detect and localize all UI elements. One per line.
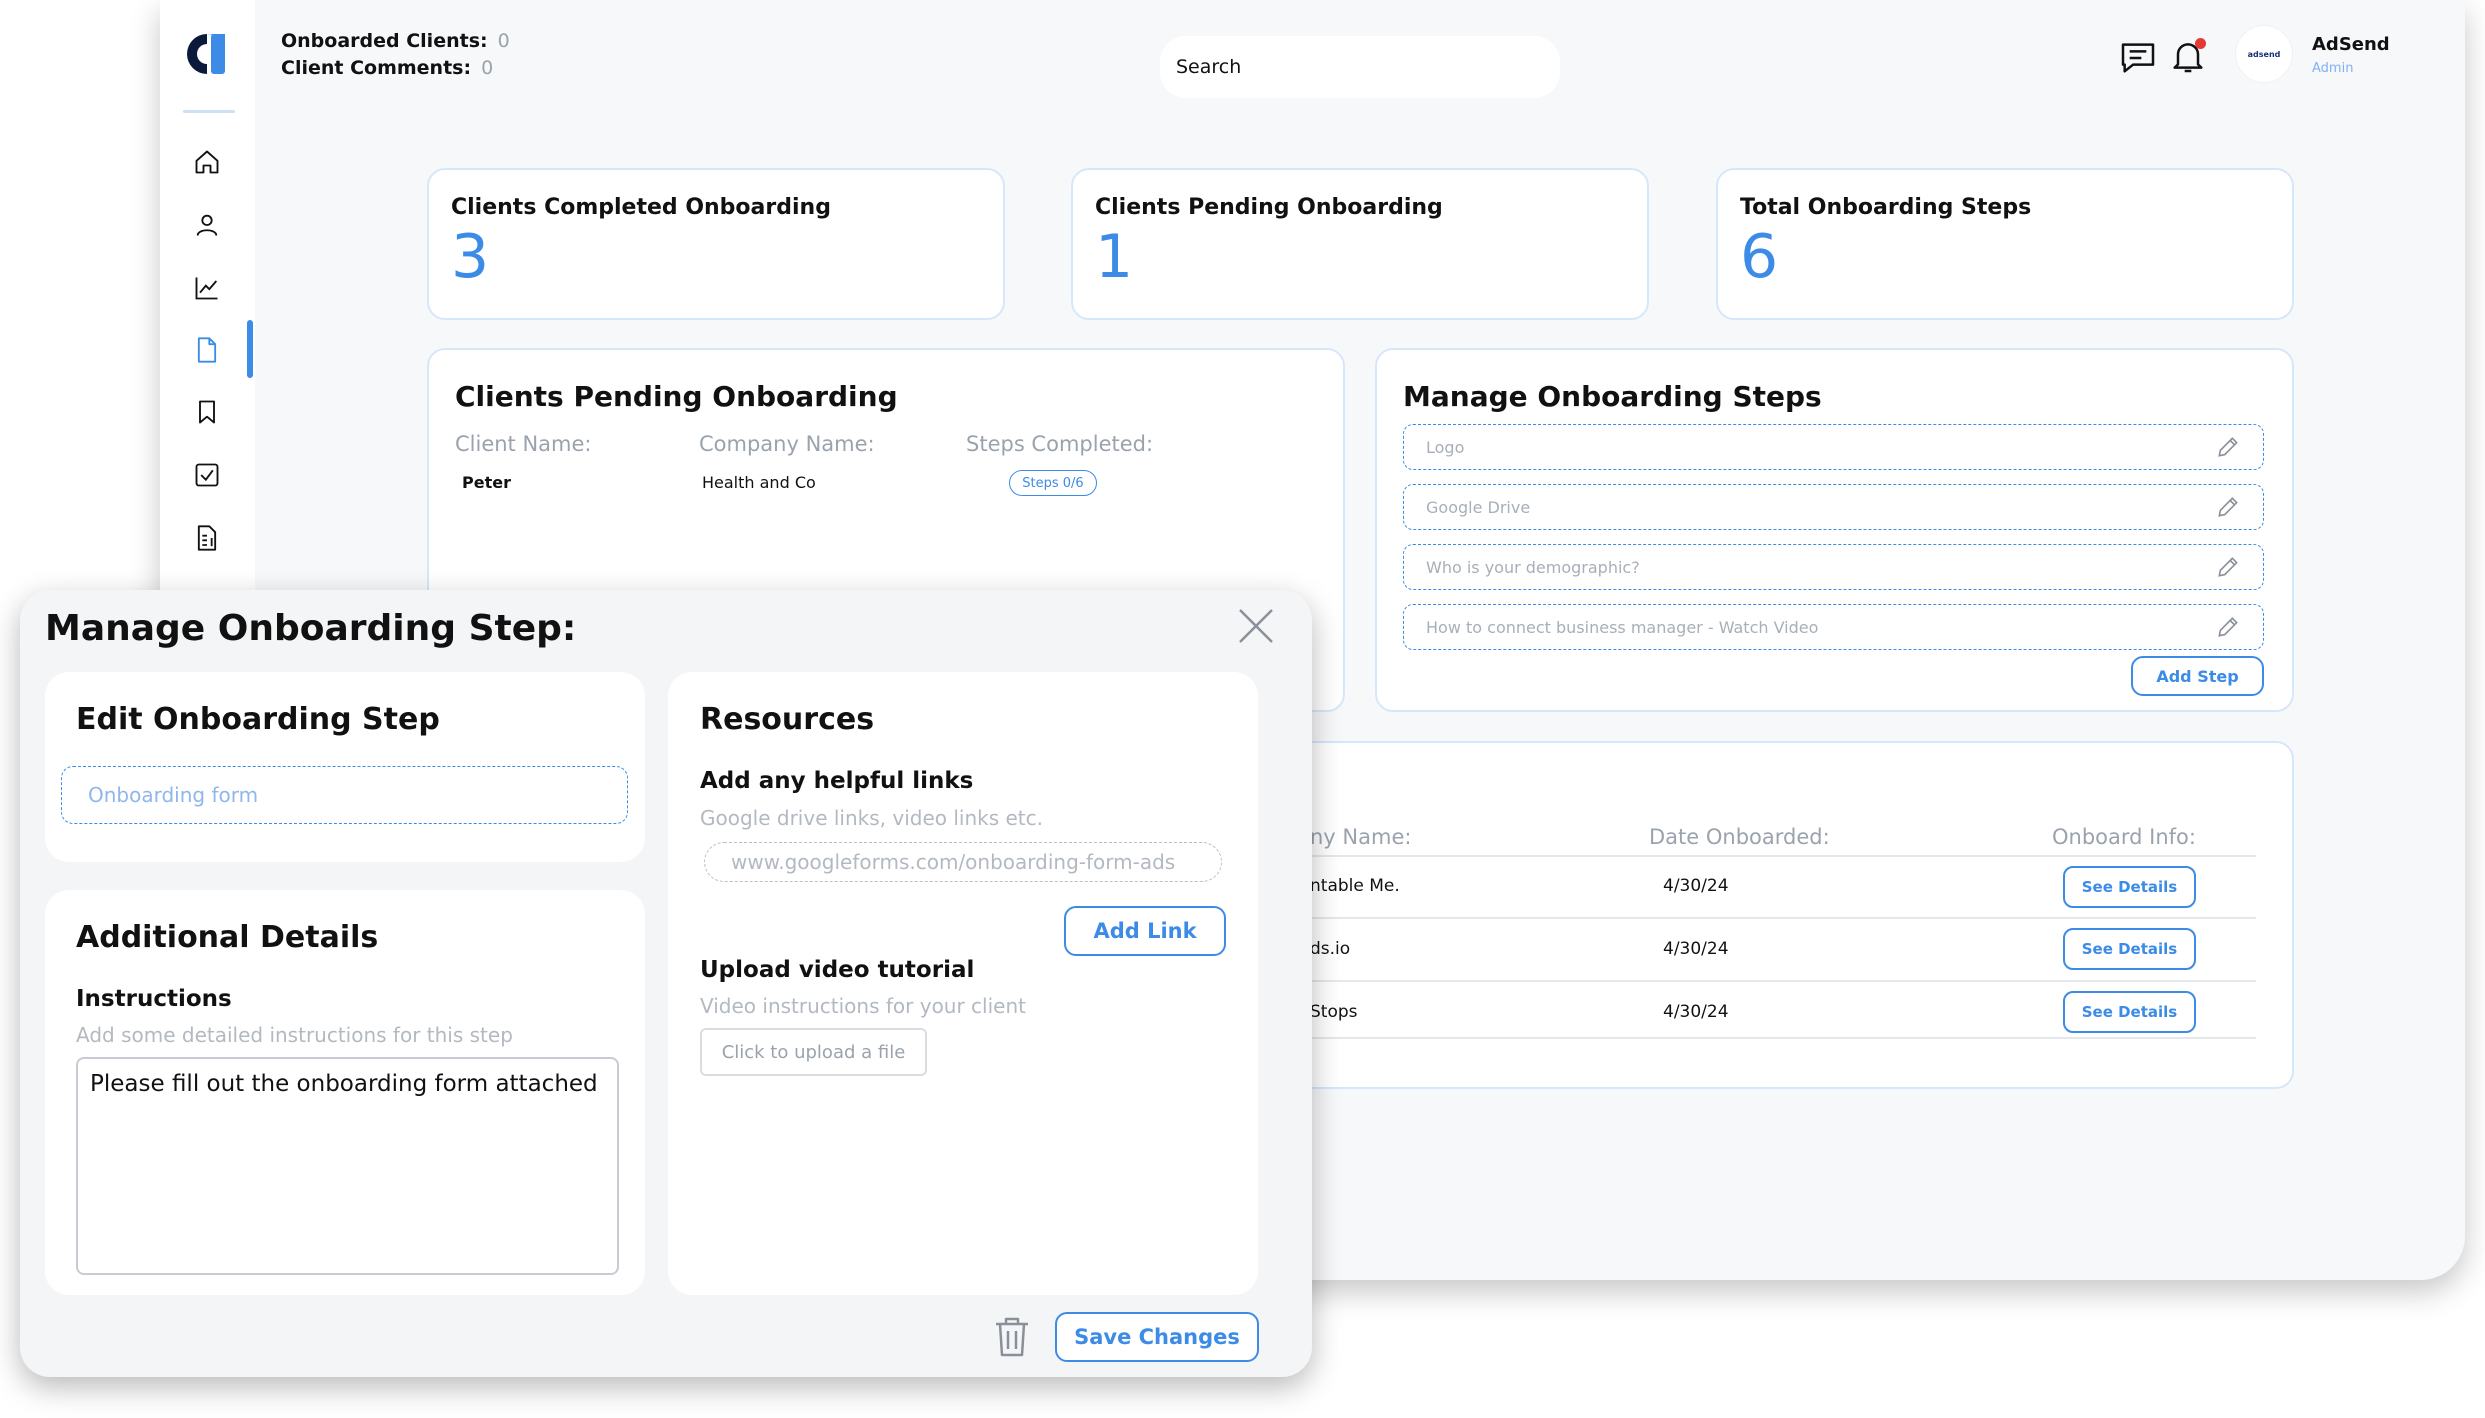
message-icon[interactable]	[2118, 38, 2158, 78]
client-comments-label: Client Comments:	[281, 57, 472, 79]
col-onboard-info: Onboard Info:	[2052, 825, 2196, 849]
row-date: 4/30/24	[1663, 939, 1729, 959]
table-divider	[1298, 1037, 2256, 1039]
avatar[interactable]: adsend	[2236, 26, 2292, 82]
manage-steps-title: Manage Onboarding Steps	[1403, 380, 1822, 413]
see-details-button[interactable]: See Details	[2063, 928, 2196, 970]
step-label: Who is your demographic?	[1426, 557, 1640, 577]
col-company-name: Company Name:	[699, 432, 875, 456]
pencil-icon[interactable]	[2215, 614, 2241, 640]
step-item[interactable]: How to connect business manager - Watch …	[1403, 604, 2264, 650]
row-company: ntable Me.	[1310, 876, 1400, 896]
row-company: Stops	[1310, 1002, 1358, 1022]
row-company: ds.io	[1310, 939, 1351, 959]
step-label: Logo	[1426, 437, 1465, 457]
stat-card-total-steps: Total Onboarding Steps 6	[1716, 168, 2294, 320]
stat-value: 3	[451, 222, 490, 292]
step-item[interactable]: Logo	[1403, 424, 2264, 470]
stat-card-pending: Clients Pending Onboarding 1	[1071, 168, 1649, 320]
pencil-icon[interactable]	[2215, 434, 2241, 460]
pencil-icon[interactable]	[2215, 554, 2241, 580]
see-details-button[interactable]: See Details	[2063, 991, 2196, 1033]
video-label: Upload video tutorial	[700, 957, 975, 983]
row-date: 4/30/24	[1663, 1002, 1729, 1022]
search-input[interactable]: Search	[1160, 36, 1560, 98]
instructions-hint: Add some detailed instructions for this …	[76, 1023, 513, 1047]
instructions-label: Instructions	[76, 986, 232, 1012]
pending-company-name: Health and Co	[702, 473, 816, 492]
link-input[interactable]: www.googleforms.com/onboarding-form-ads	[704, 842, 1222, 882]
additional-details-title: Additional Details	[76, 920, 379, 955]
trash-icon[interactable]	[992, 1315, 1032, 1359]
resources-title: Resources	[700, 702, 875, 737]
client-comments-value: 0	[481, 57, 494, 79]
step-item[interactable]: Who is your demographic?	[1403, 544, 2264, 590]
chart-icon[interactable]	[189, 270, 225, 306]
step-label: Google Drive	[1426, 497, 1531, 517]
step-name-value: Onboarding form	[88, 783, 259, 807]
links-hint: Google drive links, video links etc.	[700, 806, 1043, 830]
search-placeholder: Search	[1176, 56, 1242, 78]
stat-card-completed: Clients Completed Onboarding 3	[427, 168, 1005, 320]
add-step-button[interactable]: Add Step	[2131, 656, 2264, 696]
col-client-name: Client Name:	[455, 432, 592, 456]
onboarded-clients-label: Onboarded Clients:	[281, 30, 488, 52]
invoice-icon[interactable]	[189, 520, 225, 556]
link-placeholder: www.googleforms.com/onboarding-form-ads	[731, 850, 1176, 874]
pending-title: Clients Pending Onboarding	[455, 380, 898, 413]
see-details-button[interactable]: See Details	[2063, 866, 2196, 908]
col-date-onboarded: Date Onboarded:	[1649, 825, 1830, 849]
checkbox-icon[interactable]	[189, 457, 225, 493]
edit-step-title: Edit Onboarding Step	[76, 702, 440, 737]
table-divider	[1298, 980, 2256, 982]
notification-dot	[2195, 38, 2206, 49]
save-changes-button[interactable]: Save Changes	[1055, 1312, 1259, 1362]
pending-client-name: Peter	[462, 473, 511, 492]
row-date: 4/30/24	[1663, 876, 1729, 896]
step-name-input[interactable]: Onboarding form	[61, 766, 628, 824]
document-icon[interactable]	[189, 332, 225, 368]
stat-title: Clients Pending Onboarding	[1095, 195, 1443, 220]
stat-title: Total Onboarding Steps	[1740, 195, 2032, 220]
bookmark-icon[interactable]	[189, 394, 225, 430]
home-icon[interactable]	[189, 144, 225, 180]
onboarded-clients-value: 0	[497, 30, 510, 52]
step-item[interactable]: Google Drive	[1403, 484, 2264, 530]
instructions-textarea[interactable]: Please fill out the onboarding form atta…	[76, 1057, 619, 1275]
table-divider	[1298, 855, 2256, 857]
step-label: How to connect business manager - Watch …	[1426, 617, 1819, 637]
app-logo[interactable]	[181, 28, 233, 80]
pencil-icon[interactable]	[2215, 494, 2241, 520]
user-role: Admin	[2312, 61, 2354, 76]
col-steps-completed: Steps Completed:	[966, 432, 1154, 456]
user-icon[interactable]	[189, 207, 225, 243]
stat-title: Clients Completed Onboarding	[451, 195, 831, 220]
active-nav-indicator	[247, 320, 253, 378]
close-icon[interactable]	[1236, 606, 1276, 646]
stat-value: 6	[1740, 222, 1779, 292]
steps-badge[interactable]: Steps 0/6	[1009, 470, 1097, 496]
stat-value: 1	[1095, 222, 1134, 292]
table-divider	[1298, 917, 2256, 919]
sidebar-divider	[183, 110, 235, 113]
modal-title: Manage Onboarding Step:	[45, 608, 577, 649]
video-hint: Video instructions for your client	[700, 994, 1026, 1018]
user-name: AdSend	[2312, 34, 2390, 55]
links-label: Add any helpful links	[700, 768, 974, 794]
col-company: ny Name:	[1310, 825, 1412, 849]
add-link-button[interactable]: Add Link	[1064, 906, 1226, 956]
avatar-text: adsend	[2247, 49, 2281, 59]
header-stats: Onboarded Clients: 0 Client Comments: 0	[281, 28, 510, 82]
resources-card	[668, 672, 1258, 1295]
upload-file-button[interactable]: Click to upload a file	[700, 1028, 927, 1076]
